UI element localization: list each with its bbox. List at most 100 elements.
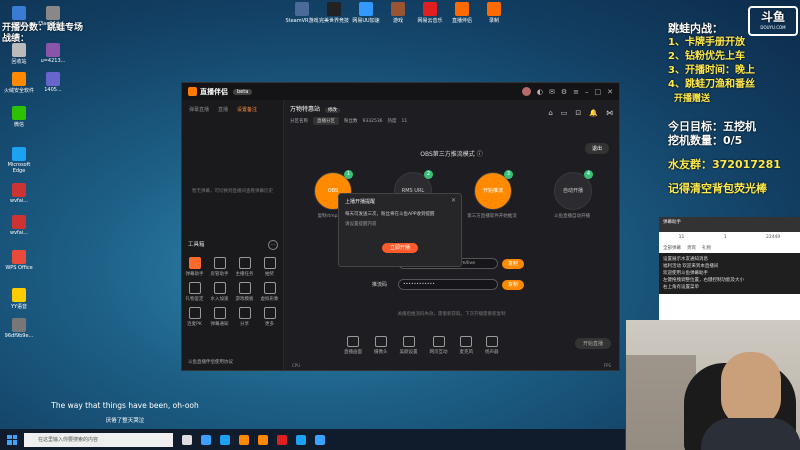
desktop-icon[interactable]: YY语音 bbox=[2, 288, 36, 310]
skin-icon[interactable]: ◐ bbox=[537, 88, 543, 96]
chat-message: 右上角有设置菜单 bbox=[663, 285, 699, 290]
close-icon[interactable]: ✕ bbox=[607, 88, 613, 96]
chat-tab-gift[interactable]: 礼物 bbox=[702, 245, 711, 251]
control-item[interactable]: 麦克风 bbox=[459, 336, 474, 355]
desktop-icon[interactable]: 网易云音乐 bbox=[413, 2, 447, 24]
app-icon bbox=[391, 2, 405, 16]
chat-tab-all[interactable]: 全部弹幕 bbox=[663, 245, 681, 251]
desktop-icon[interactable]: SteamVR游戏 bbox=[285, 2, 319, 24]
app-title: 直播伴侣 bbox=[200, 87, 228, 96]
tool-item[interactable]: 主播任务 bbox=[232, 257, 257, 277]
agreement-link[interactable]: 斗鱼直播伴侣使用协议 bbox=[188, 359, 233, 365]
desktop-icon[interactable]: wvfai... bbox=[2, 183, 36, 204]
control-item[interactable]: 网页互动 bbox=[430, 336, 448, 355]
desktop-icon[interactable]: WPS Office bbox=[2, 250, 36, 271]
toolbox-more-icon[interactable]: ⋯ bbox=[268, 240, 278, 250]
menu-icon[interactable]: ≡ bbox=[573, 88, 579, 96]
control-item[interactable]: 摄像头 bbox=[374, 336, 388, 355]
gift-icon[interactable]: ⌂ bbox=[548, 109, 552, 117]
app-icon bbox=[12, 6, 26, 20]
room-edit-tag[interactable]: 修改 bbox=[324, 108, 340, 113]
desktop-icon[interactable]: 录制 bbox=[477, 2, 511, 24]
chat-message: 欢迎使用斗鱼弹幕助手 bbox=[663, 271, 708, 276]
dialog-close-icon[interactable]: ✕ bbox=[451, 197, 456, 204]
desktop-icon[interactable]: 96df9b9e... bbox=[2, 318, 36, 339]
category-value[interactable]: 直播分区 bbox=[313, 117, 339, 125]
chat-stat-heat: 22449 bbox=[765, 235, 781, 240]
windows-start-icon[interactable] bbox=[7, 434, 17, 445]
share-icon[interactable]: ⋈ bbox=[606, 109, 613, 117]
overlay-rule-3: 3、开播时间：晚上 bbox=[668, 65, 755, 76]
desktop-icon[interactable]: Microsoft Edge bbox=[2, 147, 36, 174]
desktop-icon[interactable]: wvfai... bbox=[2, 215, 36, 236]
taskbar-app-icon[interactable] bbox=[220, 434, 230, 445]
desktop-icon-label: 完美世界竞技 bbox=[318, 18, 349, 24]
minimize-icon[interactable]: – bbox=[585, 88, 589, 96]
settings-icon[interactable]: ⚙ bbox=[561, 88, 567, 96]
control-label: 麦克风 bbox=[459, 350, 474, 355]
copy-button[interactable]: 复制 bbox=[502, 279, 525, 290]
desktop-icon[interactable]: 游戏 bbox=[381, 2, 415, 24]
copy-button[interactable]: 复制 bbox=[502, 258, 525, 269]
control-icon bbox=[460, 336, 473, 347]
desktop-icon[interactable]: 火绒安全软件 bbox=[2, 72, 36, 94]
taskbar-app-icon[interactable] bbox=[258, 434, 268, 445]
tool-item[interactable]: 弹幕通知 bbox=[207, 307, 232, 327]
chat-tab-vip[interactable]: 贵宾 bbox=[687, 245, 696, 251]
tool-item[interactable]: 抽奖 bbox=[257, 257, 282, 277]
control-item[interactable]: 美颜设置 bbox=[400, 336, 418, 355]
dialog-ok-button[interactable]: 立即开播 bbox=[382, 243, 418, 253]
control-item[interactable]: 扬声器 bbox=[485, 336, 499, 355]
tool-item[interactable]: 游戏模板 bbox=[232, 282, 257, 302]
stream-key-field[interactable]: •••••••••••• bbox=[398, 279, 498, 290]
lock-icon[interactable]: ⊡ bbox=[575, 109, 581, 117]
taskbar-app-icon[interactable] bbox=[315, 434, 325, 445]
share-screen-icon[interactable]: ▭ bbox=[561, 109, 568, 117]
taskbar-app-icon[interactable] bbox=[201, 434, 211, 445]
obs-mode-title: OBS第三方推流模式 ⓘ bbox=[420, 151, 483, 158]
control-label: 摄像头 bbox=[374, 350, 388, 355]
go-live-reminder-dialog[interactable]: 上播开播提醒 ✕ 每天可发送三次，粉丝将在斗鱼APP收到提醒 请设置提醒内容 立… bbox=[338, 193, 462, 267]
tool-item[interactable]: 分享 bbox=[232, 307, 257, 327]
desktop-icon[interactable]: 1405... bbox=[36, 72, 70, 93]
taskbar-app-icon[interactable] bbox=[277, 434, 287, 445]
desktop-icon[interactable]: 完美世界竞技 bbox=[317, 2, 351, 24]
left-tab[interactable]: 设置备注 bbox=[237, 106, 257, 113]
app-icon bbox=[359, 2, 373, 16]
tool-item[interactable]: 弹幕助手 bbox=[182, 257, 207, 277]
left-tab[interactable]: 弹幕直播 bbox=[189, 106, 209, 113]
start-live-button[interactable]: 开始直播 bbox=[574, 338, 611, 349]
overlay-goal: 今日目标：五挖机 bbox=[668, 120, 756, 133]
lyric-line-chinese: 厌倦了整天哭泣 bbox=[105, 418, 145, 424]
exit-obs-button[interactable]: 退出 bbox=[584, 143, 609, 154]
taskbar-app-icon[interactable] bbox=[239, 434, 249, 445]
desktop-icon[interactable]: 微信 bbox=[2, 106, 36, 128]
control-item[interactable]: 直播画面 bbox=[344, 336, 362, 355]
desktop-icon[interactable]: u=4213... bbox=[36, 43, 70, 64]
app-titlebar[interactable]: 直播伴侣 beta ◐ ✉ ⚙ ≡ – □ ✕ bbox=[182, 83, 619, 100]
taskbar-search-input[interactable]: 在这里输入你要搜索的内容 bbox=[24, 432, 173, 447]
tool-item[interactable]: 更多 bbox=[257, 307, 282, 327]
tool-item[interactable]: 礼物鉴定 bbox=[182, 282, 207, 302]
notification-icon[interactable]: 🔔 bbox=[589, 109, 598, 117]
desktop-icon-label: YY语音 bbox=[10, 304, 28, 310]
user-avatar[interactable] bbox=[521, 87, 531, 96]
desktop-icon[interactable]: 网易UU加速 bbox=[349, 2, 383, 24]
desktop-icon[interactable]: 直播伴侣 bbox=[445, 2, 479, 24]
tool-item[interactable]: 虚拟形象 bbox=[257, 282, 282, 302]
maximize-icon[interactable]: □ bbox=[595, 88, 602, 96]
taskbar-app-icon[interactable] bbox=[182, 434, 192, 445]
desktop-icon-label: 游戏 bbox=[392, 18, 403, 24]
tool-item[interactable]: 房管助手 bbox=[207, 257, 232, 277]
tool-item[interactable]: 连麦PK bbox=[182, 307, 207, 327]
left-tab[interactable]: 直播 bbox=[218, 106, 228, 113]
taskbar-app-icon[interactable] bbox=[296, 434, 306, 445]
message-icon[interactable]: ✉ bbox=[549, 88, 555, 96]
chat-stat-fans: 1 bbox=[723, 235, 727, 240]
app-icon bbox=[12, 43, 26, 57]
desktop-icon-label: 回收站 bbox=[11, 59, 27, 65]
taskbar-pinned-apps bbox=[173, 434, 325, 445]
desktop-icon[interactable]: 回收站 bbox=[2, 43, 36, 65]
tool-item[interactable]: 水入加速 bbox=[207, 282, 232, 302]
room-meta: 分区名称 直播分区 粉丝数 9332536 热度 11 bbox=[290, 117, 407, 125]
